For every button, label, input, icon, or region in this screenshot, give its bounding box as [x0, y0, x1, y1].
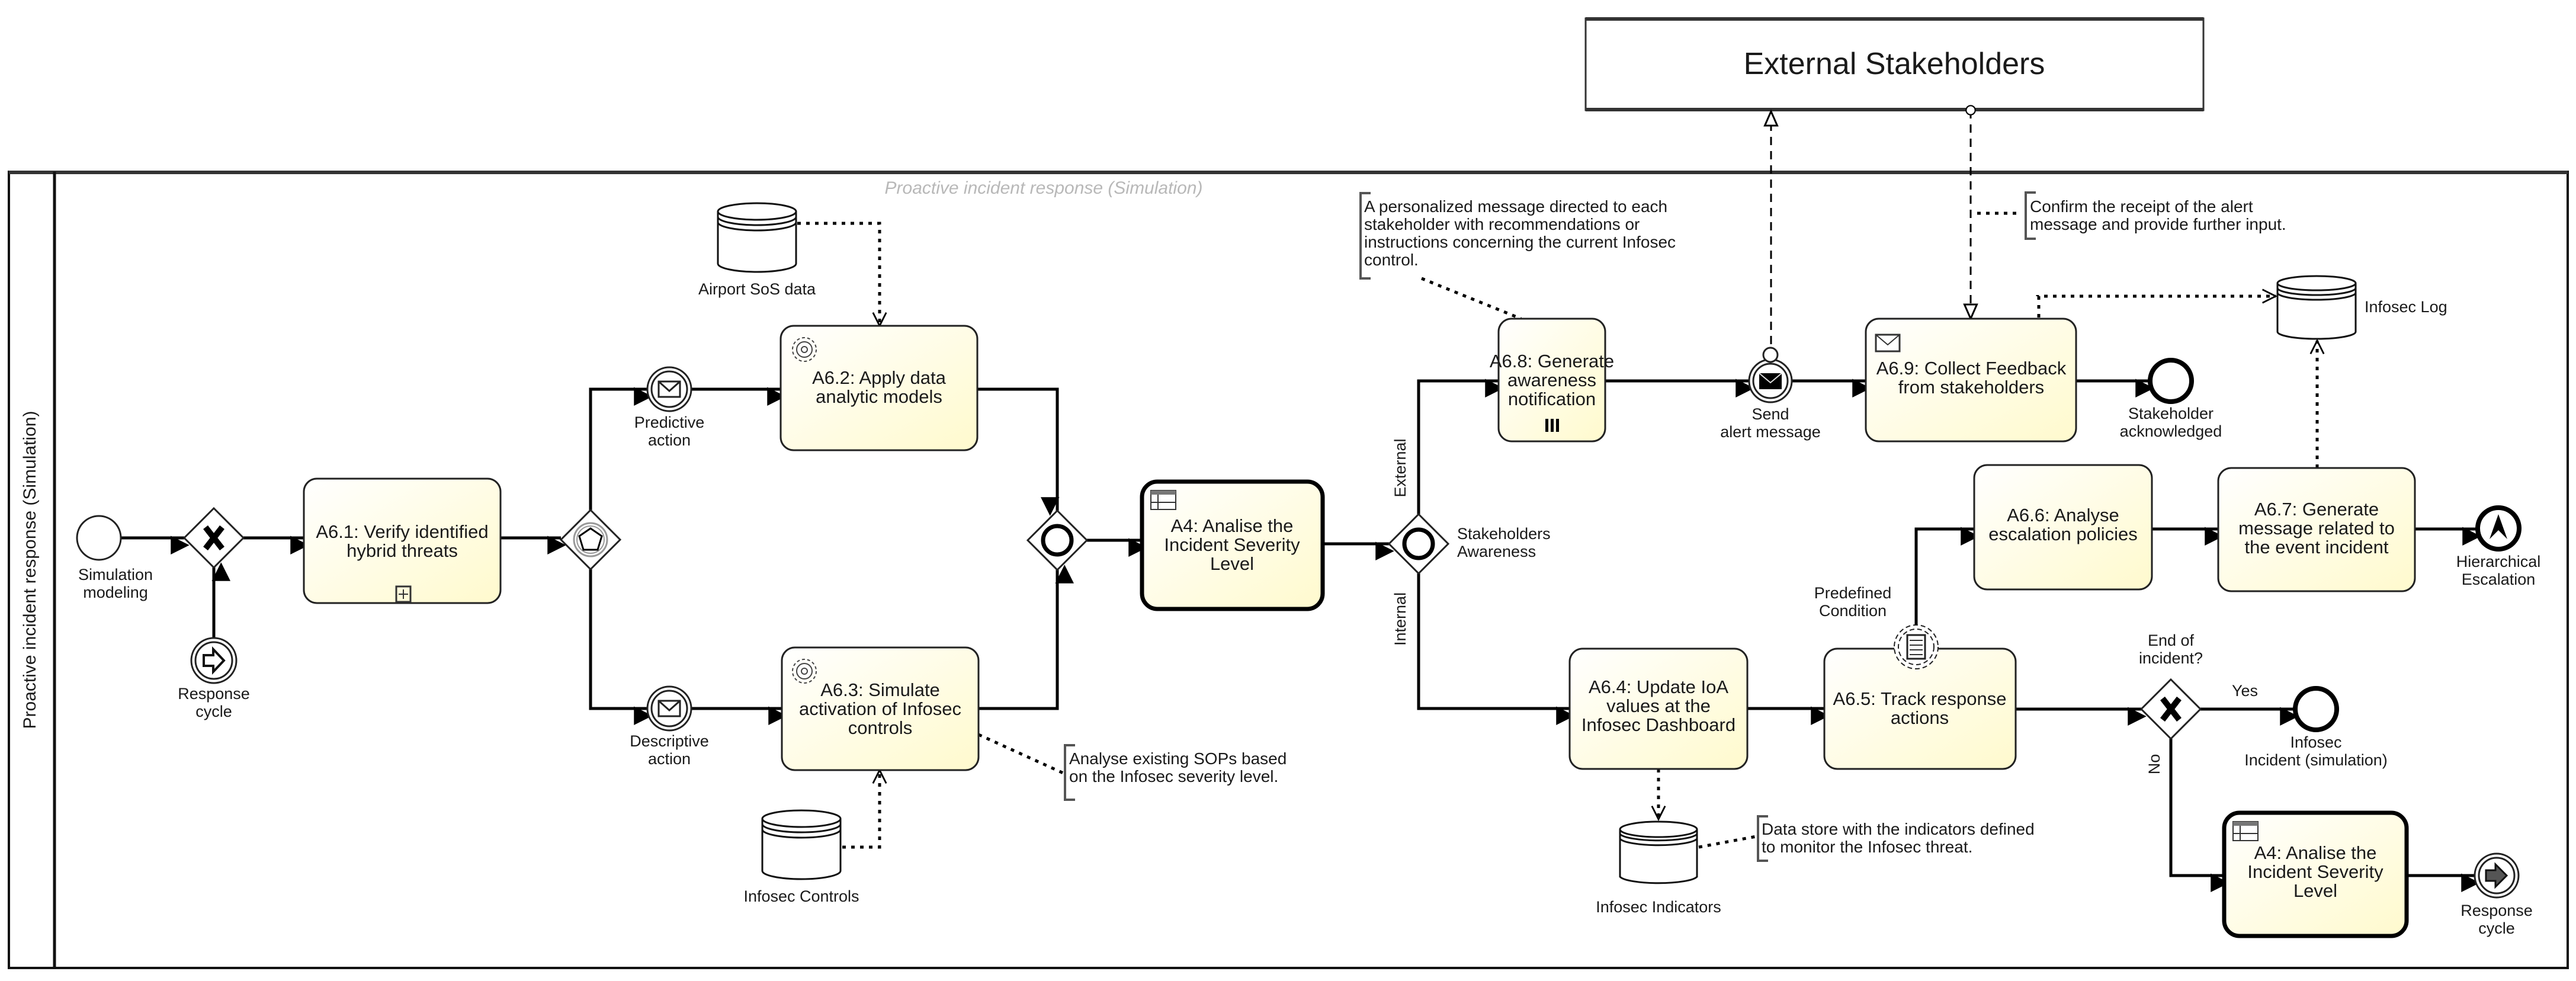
- svg-text:End ofincident?: End of incident?: [2139, 631, 2203, 667]
- annotation-line: stakeholder with recommendations or: [1364, 215, 1640, 233]
- task-a69[interactable]: A6.9: Collect Feedback from stakeholders: [1865, 318, 2077, 443]
- annotation-line: Confirm the receipt of the alert: [2030, 197, 2253, 216]
- stakeholders-label-line: Stakeholders: [1457, 525, 1551, 543]
- label-infosec-indicators: Infosec Indicators: [1596, 898, 1721, 916]
- flow-label-no: No: [2145, 754, 2163, 775]
- flow-label-yes: Yes: [2232, 682, 2258, 700]
- label-simulation: Simulation: [78, 566, 153, 584]
- label-airport-sos: Airport SoS data: [698, 280, 816, 298]
- svg-text:A6.6: Analyseescalation polici: A6.6: Analyse escalation policies: [1988, 505, 2138, 544]
- task-a61[interactable]: A6.1: Verify identified hybrid threats: [303, 477, 502, 604]
- annotation-line: instructions concerning the current Info…: [1364, 233, 1676, 251]
- business-rule-icon: [2232, 821, 2259, 841]
- task-a67[interactable]: A6.7: Generate message related to the even…: [2217, 467, 2416, 592]
- task-a4-bottom[interactable]: A4: Analise the Incident Severity Level: [2222, 810, 2409, 938]
- svg-text:HierarchicalEscalation: Hierarchical Escalation: [2456, 553, 2541, 588]
- bpmn-canvas: External Stakeholders Proactive incident…: [8, 17, 2569, 969]
- lane-title: Proactive incident response (Simulation): [885, 178, 1203, 198]
- multi-instance-parallel-icon: [1545, 419, 1559, 432]
- annotation-line: Data store with the indicators defined: [1762, 820, 2035, 838]
- task-a62[interactable]: A6.2: Apply data analytic models: [779, 325, 979, 451]
- flow-label-external: External: [1391, 438, 1409, 497]
- flow-label-internal: Internal: [1391, 592, 1409, 646]
- task-a63[interactable]: A6.3: Simulate activation of Infosec contr…: [781, 646, 980, 771]
- business-rule-icon: [1150, 490, 1176, 510]
- svg-text:Confirm the receipt of the ale: Confirm the receipt of the alert message …: [2030, 197, 2286, 233]
- external-stakeholders-pool[interactable]: External Stakeholders: [1584, 17, 2205, 111]
- svg-text:PredefinedCondition: Predefined Condition: [1814, 584, 1892, 620]
- svg-text:A6.9: Collect Feedbackfrom sta: A6.9: Collect Feedback from stakeholders: [1876, 358, 2067, 397]
- svg-text:Stakeholderacknowledged: Stakeholder acknowledged: [2120, 405, 2222, 440]
- svg-text:Simulationmodeling: Simulation modeling: [78, 566, 153, 601]
- label-infosec-log: Infosec Log: [2365, 298, 2447, 316]
- external-stakeholders-title: External Stakeholders: [1744, 47, 2045, 81]
- annotation-confirm-receipt[interactable]: Confirm the receipt of the alert message …: [2025, 191, 2286, 240]
- svg-text:Analyse existing SOPs basedon: Analyse existing SOPs based on the Infose…: [1069, 749, 1287, 786]
- stakeholders-label-line: Awareness: [1457, 543, 1536, 560]
- annotation-line: Analyse existing SOPs based: [1069, 749, 1287, 768]
- svg-text:A6.2: Apply dataanalytic model: A6.2: Apply data analytic models: [812, 367, 947, 407]
- annotation-line: message and provide further input.: [2030, 215, 2286, 233]
- annotation-line: on the Infosec severity level.: [1069, 767, 1278, 786]
- pool-header-label: Proactive incident response (Simulation): [20, 411, 40, 729]
- task-a66[interactable]: A6.6: Analyse escalation policies: [1973, 464, 2153, 591]
- svg-text:A6.7: Generatemessage related: A6.7: Generate message related to the even…: [2238, 499, 2395, 557]
- svg-text:A6.8: Generateawarenessnotific: A6.8: Generate awareness notification: [1490, 351, 1614, 409]
- task-a68[interactable]: A6.8: Generate awareness notification: [1490, 318, 1614, 443]
- assoc-stub: [2036, 295, 2039, 296]
- label-infosec-controls: Infosec Controls: [743, 887, 859, 905]
- task-a4[interactable]: A4: Analise the Incident Severity Level: [1140, 479, 1325, 611]
- annotation-line: A personalized message directed to each: [1364, 197, 1667, 216]
- annotation-line: control.: [1364, 251, 1419, 269]
- task-a64[interactable]: A6.4: Update IoA values at the Infosec Das…: [1568, 647, 1749, 770]
- annotation-line: to monitor the Infosec threat.: [1762, 838, 1972, 856]
